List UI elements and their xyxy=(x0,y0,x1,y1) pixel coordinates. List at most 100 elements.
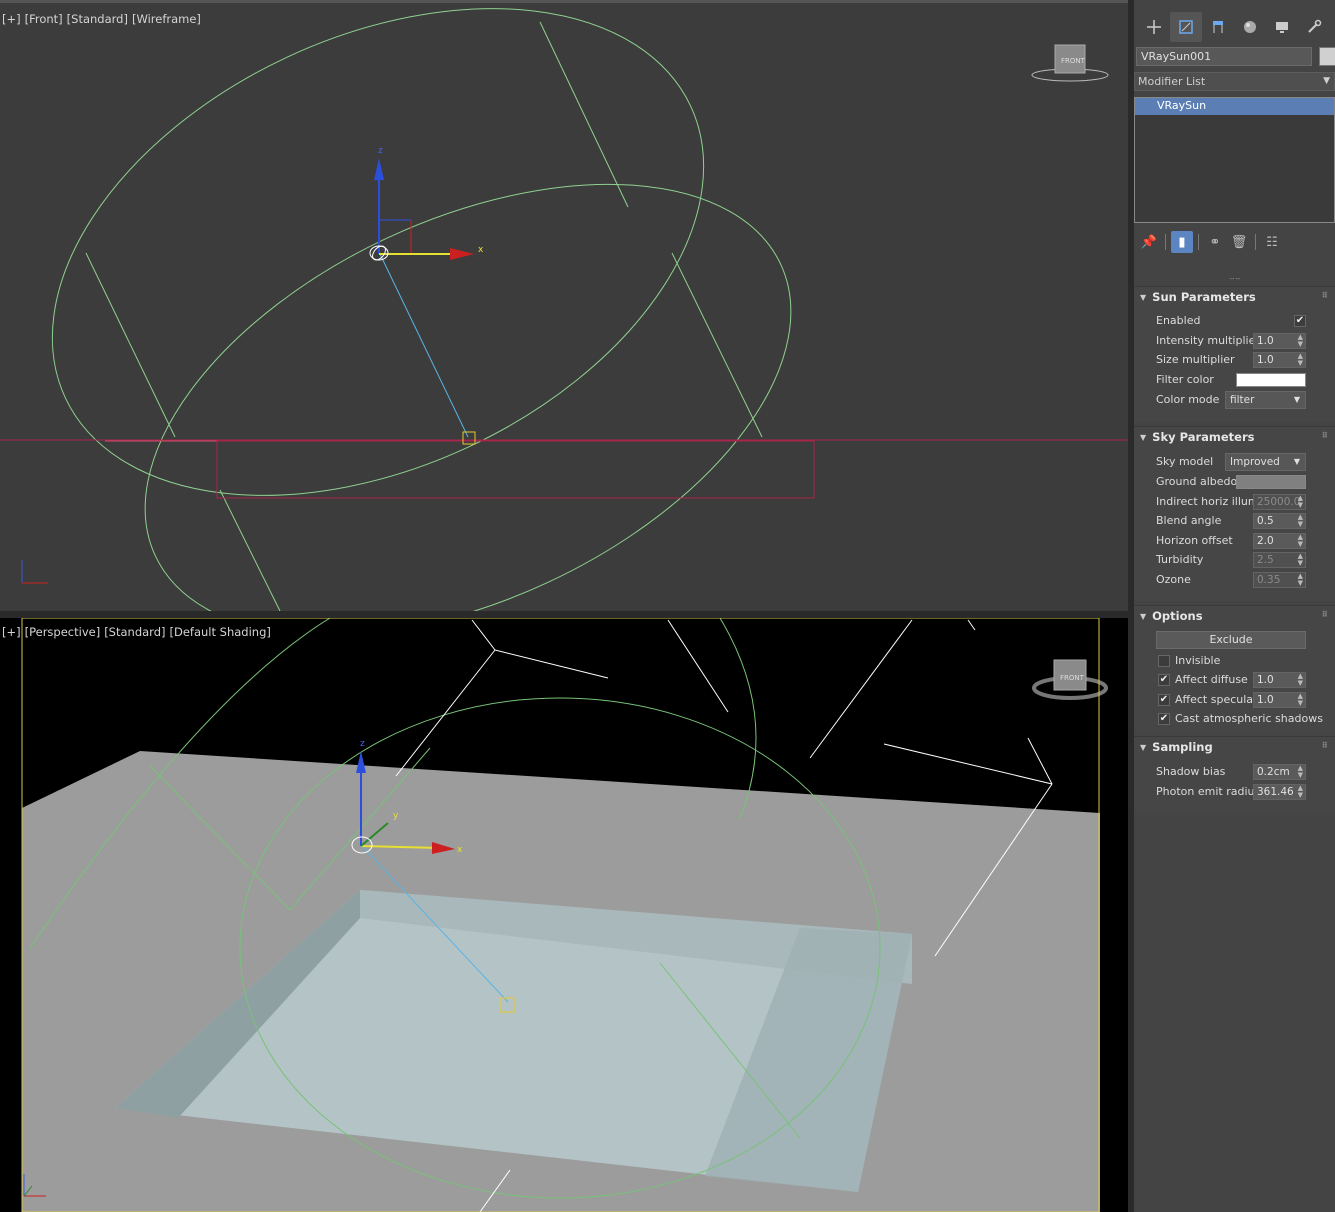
enabled-checkbox[interactable]: ✔ xyxy=(1294,315,1306,327)
perspective-viewport[interactable]: z x y FRONT [+] [Perspective] [Standard] [D… xyxy=(0,618,1128,1212)
intensity-spinner[interactable]: 1.0 ▲ ▼ xyxy=(1253,333,1306,349)
turbidity-label: Turbidity xyxy=(1156,553,1204,566)
viewport-standard-label[interactable]: [Standard] xyxy=(104,625,165,639)
spinner-arrows-icon[interactable]: ▲ ▼ xyxy=(1298,495,1303,509)
spinner-arrows-icon[interactable]: ▲ ▼ xyxy=(1298,534,1303,548)
object-name-input[interactable] xyxy=(1136,47,1312,66)
front-viewport-label[interactable]: [+] [Front] [Standard] [Wireframe] xyxy=(2,12,205,26)
object-color-swatch[interactable] xyxy=(1319,47,1335,66)
rollout-title: Sampling xyxy=(1152,740,1213,754)
viewport-menu-plus[interactable]: [+] xyxy=(2,12,21,26)
size-value: 1.0 xyxy=(1257,354,1274,366)
photon-spinner[interactable]: 361.46 ▲ ▼ xyxy=(1253,784,1306,800)
filter-color-label: Filter color xyxy=(1156,373,1214,386)
sampling-header[interactable]: ▼ Sampling ⠿ xyxy=(1134,737,1335,757)
intensity-label: Intensity multiplier xyxy=(1156,334,1260,347)
sky-model-value: Improved xyxy=(1230,456,1280,468)
affect-diffuse-label: Affect diffuse xyxy=(1175,673,1248,686)
spinner-arrows-icon[interactable]: ▲ ▼ xyxy=(1298,353,1303,367)
ground-albedo-swatch[interactable] xyxy=(1236,475,1306,489)
motion-tab-icon[interactable] xyxy=(1234,12,1266,42)
sky-model-label: Sky model xyxy=(1156,455,1214,468)
viewport-divider[interactable] xyxy=(0,611,1128,618)
drag-handle-icon[interactable]: ⠿ xyxy=(1322,741,1328,750)
filter-color-swatch[interactable] xyxy=(1236,373,1306,387)
modify-tab-icon[interactable] xyxy=(1170,12,1202,42)
turbidity-spinner[interactable]: 2.5 ▲ ▼ xyxy=(1253,552,1306,568)
viewport-shading-label[interactable]: [Default Shading] xyxy=(169,625,270,639)
configure-modifier-sets-icon[interactable]: ☷ xyxy=(1261,231,1283,253)
sky-parameters-rollout: ▼ Sky Parameters ⠿ Sky model Improved ▼ G… xyxy=(1134,426,1335,601)
ozone-spinner[interactable]: 0.35 ▲ ▼ xyxy=(1253,572,1306,588)
modifier-list-dropdown[interactable]: Modifier List ▼ xyxy=(1134,72,1335,91)
viewport-menu-plus[interactable]: [+] xyxy=(2,625,21,639)
options-header[interactable]: ▼ Options ⠿ xyxy=(1134,606,1335,626)
viewport-shading-label[interactable]: [Wireframe] xyxy=(132,12,201,26)
remove-modifier-icon[interactable]: 🗑 xyxy=(1228,231,1250,253)
spinner-arrows-icon[interactable]: ▲ ▼ xyxy=(1298,765,1303,779)
drag-handle-icon[interactable]: ⠿ xyxy=(1322,291,1328,300)
front-viewport-canvas[interactable]: z x FRONT xyxy=(0,0,1128,611)
pin-stack-icon[interactable]: 📌 xyxy=(1138,231,1160,253)
sun-direction xyxy=(379,253,469,438)
perspective-viewport-canvas[interactable]: z x y FRONT xyxy=(0,618,1128,1212)
resize-grip-icon[interactable]: ⠒⠒ xyxy=(1229,275,1241,284)
affect-specular-spinner[interactable]: 1.0 ▲ ▼ xyxy=(1253,692,1306,708)
wire-spoke xyxy=(219,489,281,611)
blend-angle-row: Blend angle 0.5 ▲ ▼ xyxy=(1134,512,1335,531)
horizon-offset-spinner[interactable]: 2.0 ▲ ▼ xyxy=(1253,533,1306,549)
size-spinner[interactable]: 1.0 ▲ ▼ xyxy=(1253,352,1306,368)
collapse-triangle-icon: ▼ xyxy=(1140,432,1147,442)
viewcube-label: FRONT xyxy=(1061,57,1086,65)
collapse-triangle-icon: ▼ xyxy=(1140,292,1147,302)
affect-specular-label: Affect specula xyxy=(1175,693,1254,706)
drag-handle-icon[interactable]: ⠿ xyxy=(1322,431,1328,440)
spinner-arrows-icon[interactable]: ▲ ▼ xyxy=(1298,553,1303,567)
pool-box-front xyxy=(216,440,815,499)
blend-angle-spinner[interactable]: 0.5 ▲ ▼ xyxy=(1253,513,1306,529)
show-end-result-icon[interactable]: ▮ xyxy=(1171,231,1193,253)
separator xyxy=(1255,234,1256,250)
color-mode-dropdown[interactable]: filter ▼ xyxy=(1225,391,1306,409)
viewcube-persp-label: FRONT xyxy=(1060,674,1085,682)
affect-diffuse-checkbox[interactable]: ✔ xyxy=(1158,674,1170,686)
axis-tripod xyxy=(21,560,48,584)
rollout-title: Sun Parameters xyxy=(1152,290,1256,304)
exclude-button[interactable]: Exclude xyxy=(1156,631,1306,649)
hierarchy-tab-icon[interactable] xyxy=(1202,12,1234,42)
shadow-bias-spinner[interactable]: 0.2cm ▲ ▼ xyxy=(1253,764,1306,780)
color-mode-value: filter xyxy=(1230,394,1255,406)
make-unique-icon[interactable]: ⚭ xyxy=(1204,231,1226,253)
spinner-arrows-icon[interactable]: ▲ ▼ xyxy=(1298,514,1303,528)
viewport-pov-label[interactable]: [Perspective] xyxy=(25,625,101,639)
spinner-arrows-icon[interactable]: ▲ ▼ xyxy=(1298,334,1303,348)
sky-parameters-header[interactable]: ▼ Sky Parameters ⠿ xyxy=(1134,427,1335,447)
sun-wire-ellipse-2 xyxy=(144,183,792,611)
sky-model-dropdown[interactable]: Improved ▼ xyxy=(1225,453,1306,471)
affect-diffuse-spinner[interactable]: 1.0 ▲ ▼ xyxy=(1253,672,1306,688)
spinner-arrows-icon[interactable]: ▲ ▼ xyxy=(1298,785,1303,799)
drag-handle-icon[interactable]: ⠿ xyxy=(1322,610,1328,619)
affect-specular-checkbox[interactable]: ✔ xyxy=(1158,694,1170,706)
cast-shadows-checkbox[interactable]: ✔ xyxy=(1158,713,1170,725)
indirect-spinner[interactable]: 25000.0 ▲ ▼ xyxy=(1253,494,1306,510)
perspective-viewport-label[interactable]: [+] [Perspective] [Standard] [Default Shadi… xyxy=(2,625,275,639)
viewcube[interactable]: FRONT xyxy=(1031,44,1109,82)
spinner-arrows-icon[interactable]: ▲ ▼ xyxy=(1298,673,1303,687)
modifier-stack[interactable]: VRaySun xyxy=(1134,97,1335,223)
spinner-arrows-icon[interactable]: ▲ ▼ xyxy=(1298,693,1303,707)
create-tab-icon[interactable] xyxy=(1138,12,1170,42)
modifier-list-label: Modifier List xyxy=(1138,75,1206,88)
utilities-tab-icon[interactable] xyxy=(1298,12,1330,42)
display-tab-icon[interactable] xyxy=(1266,12,1298,42)
invisible-checkbox[interactable] xyxy=(1158,655,1170,667)
viewport-standard-label[interactable]: [Standard] xyxy=(67,12,128,26)
spinner-arrows-icon[interactable]: ▲ ▼ xyxy=(1298,573,1303,587)
persp-gizmo-x: x xyxy=(457,845,463,855)
viewport-pov-label[interactable]: [Front] xyxy=(25,12,63,26)
front-viewport[interactable]: z x FRONT [+] [Front] [Standard] [Wireframe… xyxy=(0,0,1128,611)
blend-angle-value: 0.5 xyxy=(1257,515,1274,527)
sun-parameters-header[interactable]: ▼ Sun Parameters ⠿ xyxy=(1134,287,1335,307)
command-panel: Modifier List ▼ VRaySun 📌 ▮ ⚭ 🗑 ☷ ⠒⠒ ▼ S… xyxy=(1134,0,1335,1212)
stack-item-vraysun[interactable]: VRaySun xyxy=(1135,98,1334,115)
